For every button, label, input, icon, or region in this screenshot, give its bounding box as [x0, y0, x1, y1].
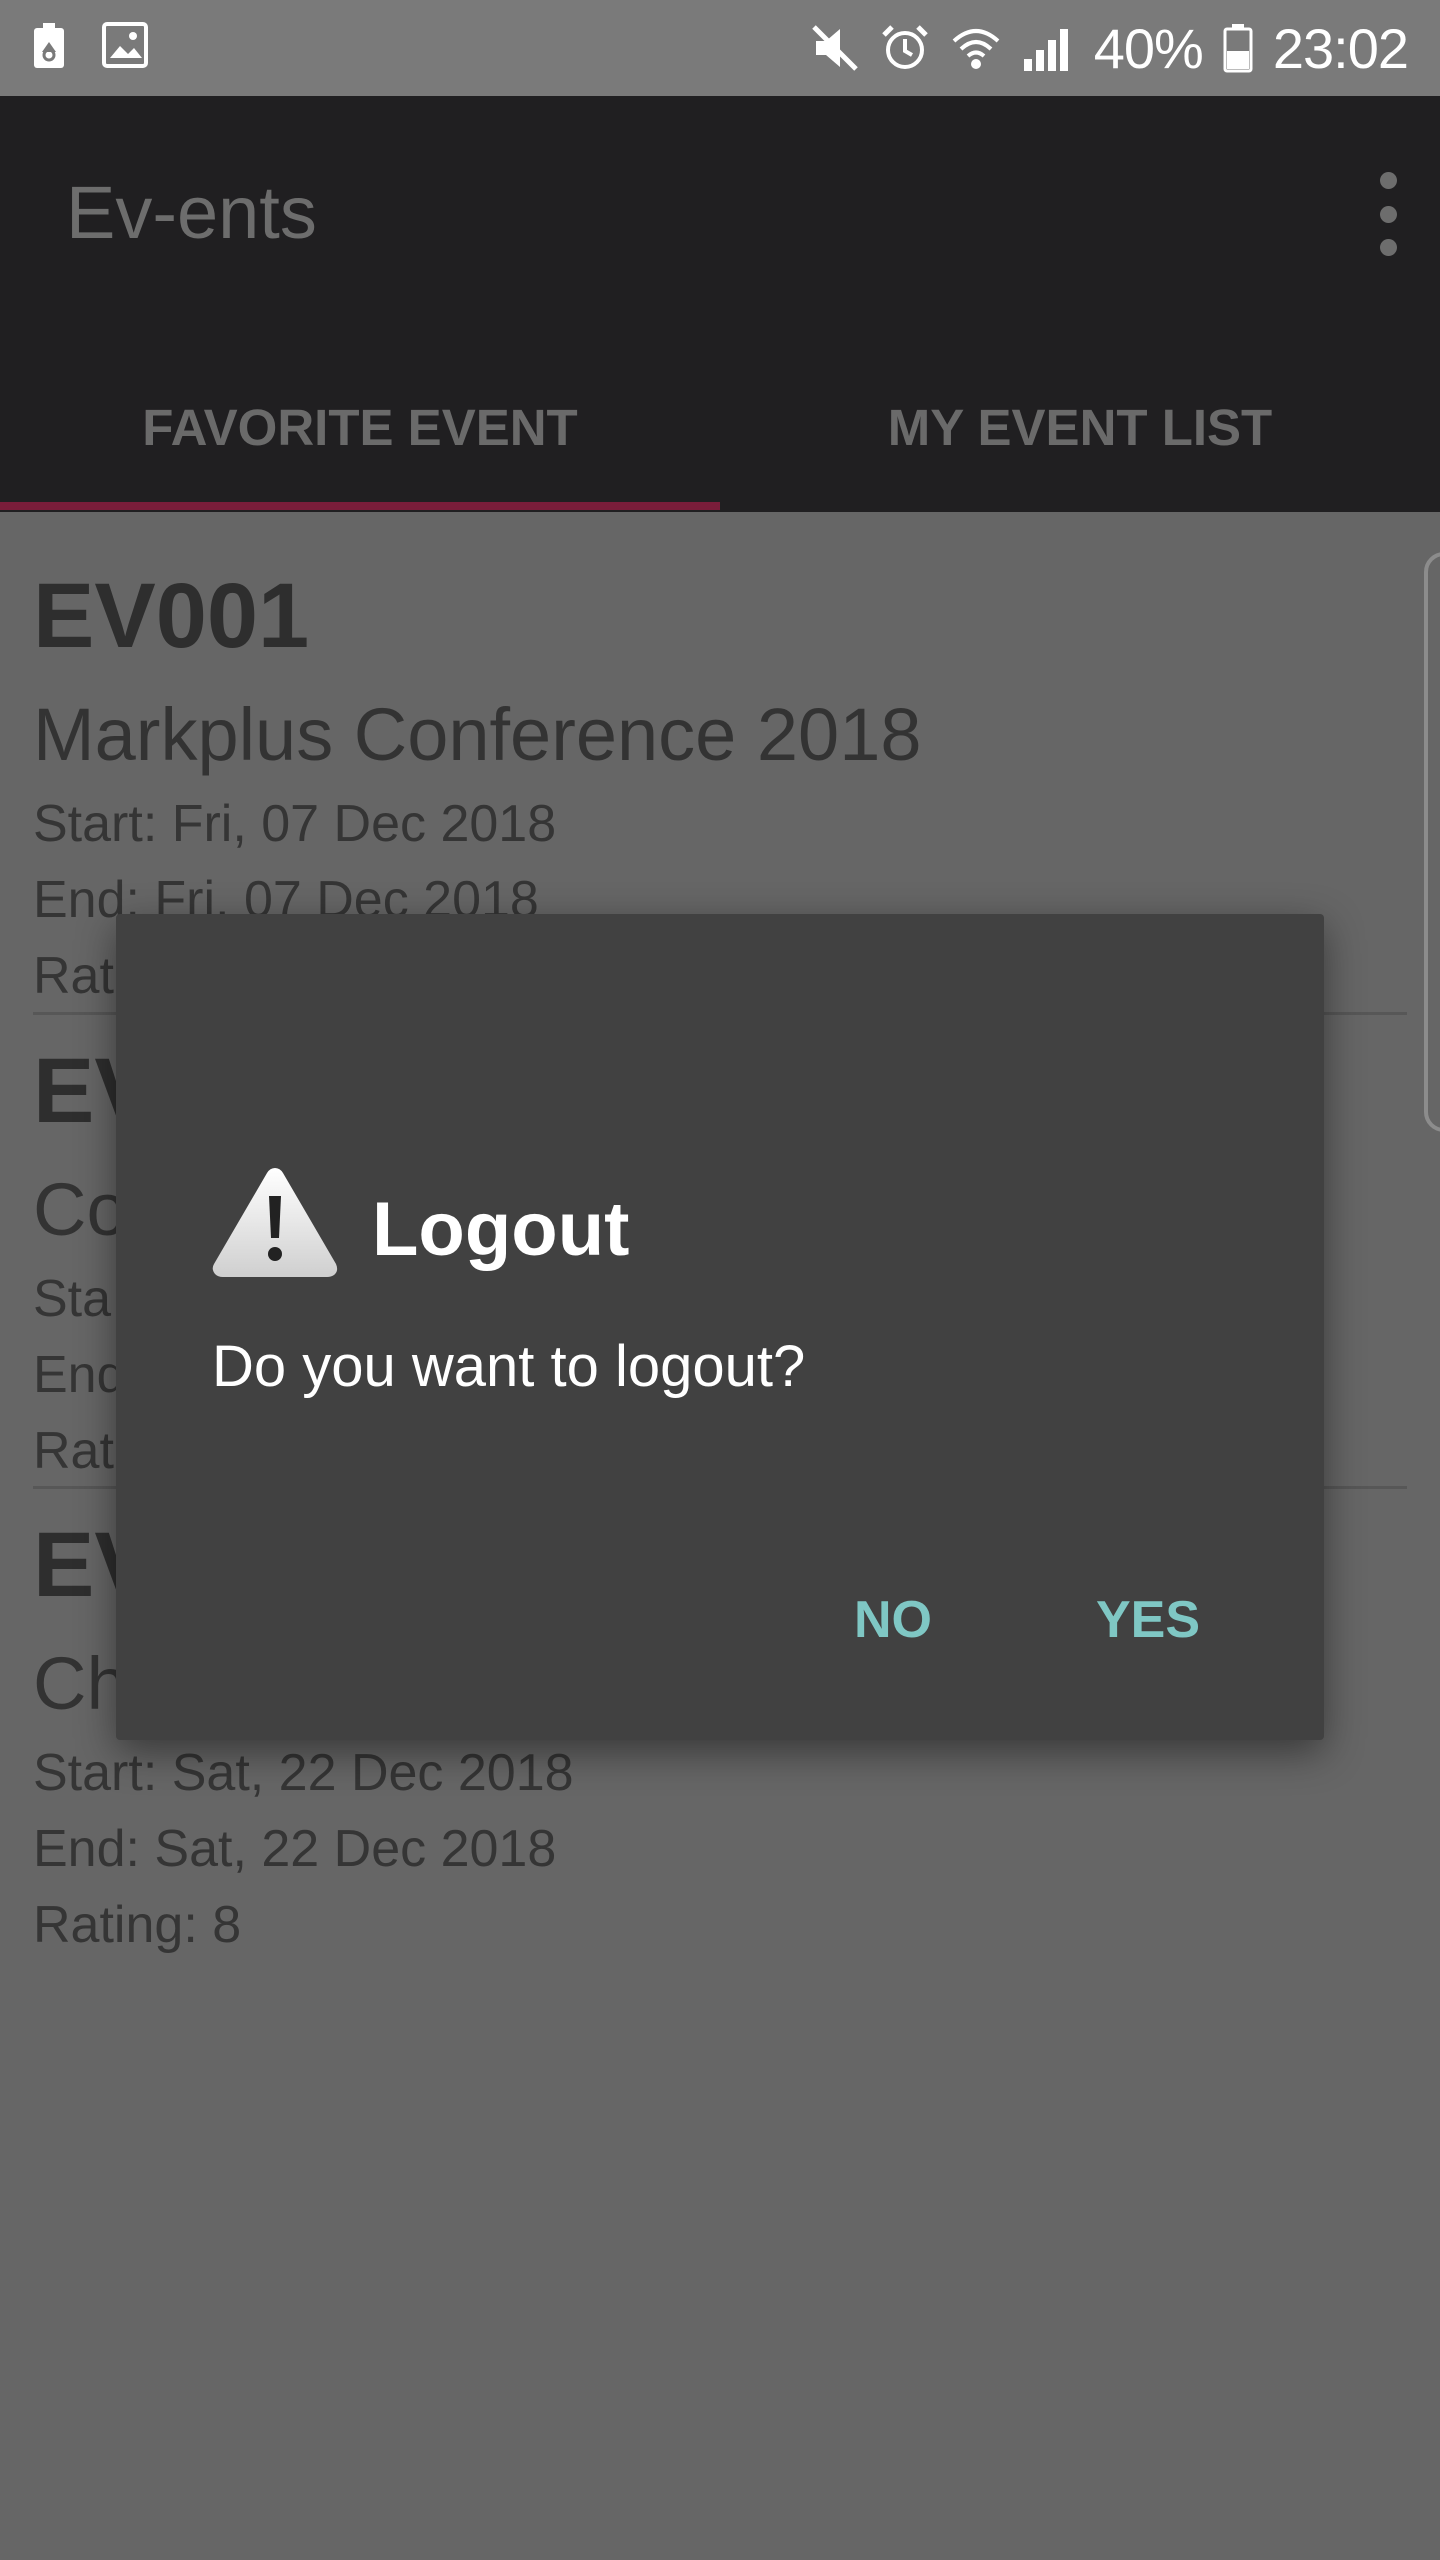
tab-my-event-list[interactable]: MY EVENT LIST	[720, 352, 1440, 512]
status-bar: 40% 23:02	[0, 0, 1440, 96]
event-name: Co	[33, 1168, 128, 1251]
event-end: End: Sat, 22 Dec 2018	[33, 1820, 557, 1878]
no-button[interactable]: NO	[854, 1594, 932, 1646]
mute-icon	[810, 23, 860, 73]
battery-icon	[1223, 23, 1253, 73]
event-start: Sta	[33, 1270, 112, 1328]
logout-dialog: Logout Do you want to logout? NO YES	[116, 914, 1324, 1740]
event-name: Markplus Conference 2018	[33, 693, 922, 776]
dialog-title: Logout	[372, 1187, 630, 1272]
event-name: Ch	[33, 1642, 128, 1725]
dialog-message: Do you want to logout?	[212, 1334, 806, 1399]
event-start: Start: Sat, 22 Dec 2018	[33, 1744, 574, 1802]
wifi-icon	[950, 23, 1002, 73]
event-rating: Rat	[33, 1422, 114, 1480]
tab-favorite-event[interactable]: FAVORITE EVENT	[0, 352, 720, 512]
yes-button[interactable]: YES	[1096, 1594, 1200, 1646]
event-rating: Rating: 8	[33, 1896, 242, 1954]
app-title: Ev-ents	[66, 171, 317, 254]
event-code: EV001	[33, 565, 310, 667]
tab-indicator	[0, 502, 720, 510]
edge-panel-handle[interactable]	[1424, 552, 1440, 1132]
recycle-battery-icon	[32, 22, 66, 70]
warning-icon	[210, 1164, 340, 1280]
clock: 23:02	[1272, 16, 1409, 80]
overflow-menu-icon[interactable]	[1368, 172, 1408, 256]
tab-bar: FAVORITE EVENT MY EVENT LIST	[0, 352, 1440, 512]
signal-icon	[1022, 23, 1074, 73]
event-end: End	[33, 1346, 126, 1404]
battery-percent: 40%	[1093, 16, 1204, 80]
event-rating: Rat	[33, 947, 114, 1005]
image-icon	[102, 22, 148, 70]
event-start: Start: Fri, 07 Dec 2018	[33, 795, 557, 853]
app-bar: Ev-ents FAVORITE EVENT MY EVENT LIST	[0, 96, 1440, 512]
alarm-icon	[880, 23, 930, 73]
